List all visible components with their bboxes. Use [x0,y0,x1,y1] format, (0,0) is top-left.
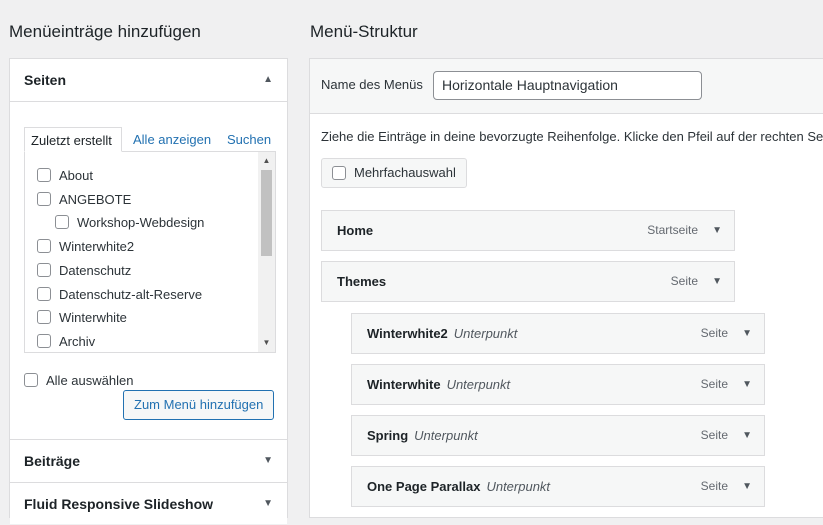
select-all-label: Alle auswählen [46,373,134,388]
tab-search[interactable]: Suchen [221,127,277,152]
menu-item-title: Winterwhite Unterpunkt [367,365,510,404]
tab-recent[interactable]: Zuletzt erstellt [24,127,122,152]
menu-item-type: Seite [700,428,728,442]
add-menu-items-accordion: Seiten ▲ Zuletzt erstellt Alle anzeigen … [9,58,288,524]
menu-structure-panel: Name des Menüs Horizontale Hauptnavigati… [309,58,823,518]
menu-item-type: Seite [700,377,728,391]
page-item-label: Winterwhite2 [59,239,135,254]
page-item-label: Datenschutz-alt-Reserve [59,287,203,302]
scrollbar-thumb[interactable] [261,170,272,256]
menu-structure-heading: Menü-Struktur [310,22,418,41]
menu-item-title-text: Spring [367,428,409,443]
checkbox[interactable] [37,238,51,253]
page-item-label: Datenschutz [59,263,132,278]
pages-checklist: About ANGEBOTE Workshop-Webdesign Winter… [24,151,276,353]
expand-arrow-icon[interactable]: ▼ [742,314,752,353]
checkbox[interactable] [37,191,51,206]
page-item-winterwhite2[interactable]: Winterwhite2 [37,237,134,257]
expand-arrow-icon[interactable]: ▼ [742,467,752,506]
select-all-checkbox[interactable] [24,372,38,387]
page-item-label: Archiv [59,334,96,349]
expand-arrow-icon[interactable]: ▼ [263,483,273,525]
checkbox[interactable] [55,214,69,229]
checkbox[interactable] [37,167,51,182]
page-item-label: About [59,168,93,183]
posts-section-header[interactable]: Beiträge ▼ [10,439,287,481]
menu-name-input[interactable]: Horizontale Hauptnavigation [433,71,702,100]
bulk-select-checkbox[interactable] [332,165,346,180]
menu-item-home[interactable]: Home Startseite ▼ [321,210,735,251]
page-item-archiv[interactable]: Archiv [37,332,95,352]
menu-name-label: Name des Menüs [321,77,423,92]
expand-arrow-icon[interactable]: ▼ [712,211,722,250]
checkbox[interactable] [37,333,51,348]
menu-item-title: Spring Unterpunkt [367,416,478,455]
checkbox[interactable] [37,286,51,301]
menu-item-subitem-label: Unterpunkt [446,377,511,392]
menu-item-subitem-label: Unterpunkt [453,326,518,341]
select-all-pages[interactable]: Alle auswählen [24,371,133,391]
menu-item-title: Home [337,223,374,238]
menu-item-title: Themes [337,274,387,289]
menu-item-subitem-label: Unterpunkt [486,479,551,494]
menu-item-type: Seite [670,274,698,288]
slideshow-section-title: Fluid Responsive Slideshow [24,496,214,512]
menu-item-title: One Page Parallax Unterpunkt [367,467,550,506]
menu-item-title-text: Winterwhite2 [367,326,448,341]
page-item-datenschutz[interactable]: Datenschutz [37,261,131,281]
menu-item-type: Seite [700,479,728,493]
page-item-label: Winterwhite [59,310,127,325]
scroll-down-arrow-icon[interactable]: ▼ [258,336,275,350]
pages-section-title: Seiten [24,72,67,88]
page-item-angebote[interactable]: ANGEBOTE [37,190,131,210]
expand-arrow-icon[interactable]: ▼ [712,262,722,301]
posts-section-title: Beiträge [24,453,81,469]
menu-item-one-page-parallax[interactable]: One Page Parallax Unterpunkt Seite ▼ [351,466,765,507]
pages-section-header[interactable]: Seiten ▲ [10,59,287,102]
expand-arrow-icon[interactable]: ▼ [742,365,752,404]
menu-instructions: Ziehe die Einträge in deine bevorzugte R… [321,129,823,144]
menu-item-title-text: One Page Parallax [367,479,481,494]
add-to-menu-button[interactable]: Zum Menü hinzufügen [123,390,275,420]
checkbox[interactable] [37,262,51,277]
slideshow-section-header[interactable]: Fluid Responsive Slideshow ▼ [10,482,287,524]
menu-item-title-text: Winterwhite [367,377,441,392]
menu-item-winterwhite2[interactable]: Winterwhite2 Unterpunkt Seite ▼ [351,313,765,354]
menu-item-subitem-label: Unterpunkt [414,428,478,443]
checklist-scrollbar[interactable]: ▲ ▼ [258,152,275,352]
menu-item-winterwhite[interactable]: Winterwhite Unterpunkt Seite ▼ [351,364,765,405]
page-item-about[interactable]: About [37,166,93,186]
page-item-workshop-webdesign[interactable]: Workshop-Webdesign [55,213,204,233]
tab-view-all[interactable]: Alle anzeigen [127,127,217,152]
expand-arrow-icon[interactable]: ▼ [742,416,752,455]
bulk-select-button[interactable]: Mehrfachauswahl [321,158,467,188]
bulk-select-label: Mehrfachauswahl [354,165,456,180]
menu-item-title: Winterwhite2 Unterpunkt [367,314,517,353]
tab-bar: Zuletzt erstellt Alle anzeigen Suchen [24,127,276,152]
menu-item-themes[interactable]: Themes Seite ▼ [321,261,735,302]
menu-item-spring[interactable]: Spring Unterpunkt Seite ▼ [351,415,765,456]
add-menu-items-heading: Menüeinträge hinzufügen [9,22,201,41]
menu-item-type: Seite [700,326,728,340]
page-item-winterwhite[interactable]: Winterwhite [37,308,127,328]
page-item-datenschutz-alt-reserve[interactable]: Datenschutz-alt-Reserve [37,285,202,305]
pages-tabs: Zuletzt erstellt Alle anzeigen Suchen Ab… [24,127,276,353]
page-item-label: ANGEBOTE [59,192,132,207]
page-item-label: Workshop-Webdesign [77,215,205,230]
scroll-up-arrow-icon[interactable]: ▲ [258,154,275,168]
expand-arrow-icon[interactable]: ▼ [263,440,273,482]
collapse-arrow-icon[interactable]: ▲ [263,59,273,101]
menu-header: Name des Menüs Horizontale Hauptnavigati… [310,59,823,114]
menu-item-type: Startseite [647,223,698,237]
checkbox[interactable] [37,309,51,324]
